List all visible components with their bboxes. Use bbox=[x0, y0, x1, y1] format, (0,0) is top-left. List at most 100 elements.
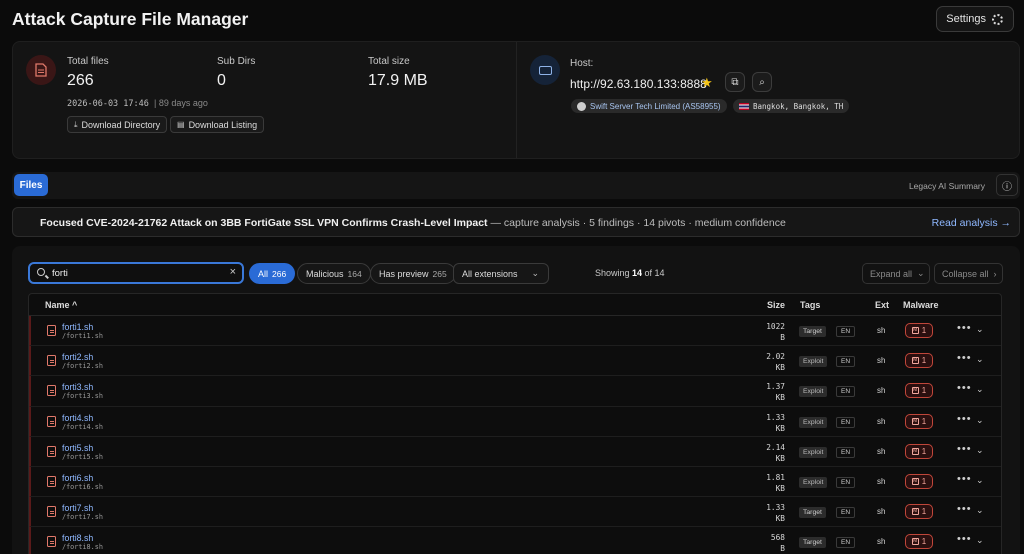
collapse-all-button[interactable]: Collapse all › bbox=[934, 263, 1003, 284]
tag-chip[interactable]: Exploit bbox=[799, 477, 828, 488]
download-listing-button[interactable]: ▤ Download Listing bbox=[170, 116, 265, 133]
file-name[interactable]: forti8.sh bbox=[62, 533, 93, 543]
expand-row-chevron-icon[interactable]: ⌄ bbox=[976, 475, 984, 486]
total-size-label: Total size bbox=[368, 56, 410, 67]
expand-row-chevron-icon[interactable]: ⌄ bbox=[976, 415, 984, 426]
file-icon bbox=[47, 415, 56, 427]
sub-dirs-stat: Sub Dirs 0 bbox=[217, 56, 255, 90]
capture-timestamp: 2026-06-03 17:46 | 89 days ago bbox=[67, 98, 208, 109]
tab-bar: Files Legacy AI Summary ⓘ bbox=[12, 172, 1020, 199]
size-unit: B bbox=[780, 544, 785, 554]
read-analysis-link[interactable]: Read analysis → bbox=[932, 217, 1011, 229]
expand-all-button[interactable]: Expand all ⌄ bbox=[862, 263, 930, 284]
file-path: /forti8.sh bbox=[62, 543, 103, 552]
search-host-button[interactable]: ⌕ bbox=[752, 72, 772, 92]
extension-select-value: All extensions bbox=[462, 268, 518, 279]
file-name[interactable]: forti4.sh bbox=[62, 413, 93, 423]
star-icon[interactable]: ★ bbox=[701, 75, 713, 91]
language-chip: EN bbox=[836, 386, 856, 398]
file-icon bbox=[47, 476, 56, 487]
filter-preview-button[interactable]: Has preview 265 bbox=[370, 263, 456, 284]
asn-badge[interactable]: Swift Server Tech Limited (AS58955) bbox=[571, 99, 727, 113]
clear-search-icon[interactable]: × bbox=[230, 266, 236, 278]
file-name[interactable]: forti2.sh bbox=[62, 352, 93, 362]
sub-dirs-label: Sub Dirs bbox=[217, 56, 256, 67]
expand-row-chevron-icon[interactable]: ⌄ bbox=[976, 324, 984, 335]
file-name[interactable]: forti7.sh bbox=[62, 503, 93, 513]
size-unit: KB bbox=[775, 363, 785, 373]
more-options-icon[interactable]: ••• bbox=[957, 322, 972, 334]
search-input[interactable] bbox=[52, 266, 212, 280]
expand-row-chevron-icon[interactable]: ⌄ bbox=[976, 445, 984, 456]
file-name[interactable]: forti5.sh bbox=[62, 443, 93, 453]
file-path: /forti5.sh bbox=[62, 452, 103, 461]
expand-row-chevron-icon[interactable]: ⌄ bbox=[976, 505, 984, 516]
language-chip: EN bbox=[836, 326, 856, 337]
more-options-icon[interactable]: ••• bbox=[957, 382, 972, 394]
expand-row-chevron-icon[interactable]: ⌄ bbox=[976, 384, 984, 395]
malware-badge[interactable]: M1 bbox=[905, 474, 933, 489]
file-name[interactable]: forti3.sh bbox=[62, 382, 93, 392]
total-files-label: Total files bbox=[67, 56, 109, 67]
malware-badge[interactable]: M1 bbox=[905, 353, 933, 369]
malware-badge[interactable]: M1 bbox=[905, 504, 933, 520]
table-row[interactable]: forti7.sh /forti7.sh 1.33 KB Target EN sh… bbox=[29, 497, 1001, 528]
more-options-icon[interactable]: ••• bbox=[957, 533, 972, 545]
malware-badge[interactable]: M1 bbox=[905, 534, 933, 550]
malware-icon: M bbox=[911, 538, 919, 546]
tag-chip[interactable]: Exploit bbox=[799, 446, 828, 458]
more-options-icon[interactable]: ••• bbox=[957, 503, 972, 515]
malware-badge[interactable]: M1 bbox=[905, 413, 933, 429]
ext-column-header[interactable]: Ext bbox=[875, 300, 889, 310]
page-title: Attack Capture File Manager bbox=[12, 9, 249, 29]
table-row[interactable]: forti1.sh /forti1.sh 1022 B Target EN sh … bbox=[29, 316, 1001, 347]
malware-count: 1 bbox=[921, 356, 927, 366]
table-row[interactable]: forti2.sh /forti2.sh 2.02 KB Exploit EN s… bbox=[29, 346, 1001, 377]
tab-legacy-ai-summary[interactable]: Legacy AI Summary bbox=[909, 181, 985, 191]
filter-malicious-button[interactable]: Malicious 164 bbox=[297, 263, 371, 284]
file-table: Name ^ Size Tags Ext Malware forti1.sh /… bbox=[28, 293, 1002, 554]
search-field[interactable]: × bbox=[28, 262, 244, 284]
more-options-icon[interactable]: ••• bbox=[957, 443, 972, 455]
tab-files[interactable]: Files bbox=[14, 174, 48, 196]
file-name[interactable]: forti6.sh bbox=[62, 473, 93, 483]
extension-select[interactable]: All extensions ⌄ bbox=[453, 263, 549, 284]
tag-chip[interactable]: Target bbox=[799, 507, 826, 519]
file-name[interactable]: forti1.sh bbox=[62, 322, 93, 332]
tag-chip[interactable]: Exploit bbox=[799, 386, 828, 398]
file-icon bbox=[47, 506, 56, 518]
settings-button[interactable]: Settings bbox=[936, 6, 1014, 32]
expand-row-chevron-icon[interactable]: ⌄ bbox=[976, 354, 984, 365]
malware-badge[interactable]: M1 bbox=[905, 323, 933, 338]
tag-chip[interactable]: Target bbox=[799, 326, 826, 337]
table-row[interactable]: forti6.sh /forti6.sh 1.81 KB Exploit EN s… bbox=[29, 467, 1001, 498]
malware-icon: M bbox=[911, 447, 919, 455]
more-options-icon[interactable]: ••• bbox=[957, 413, 972, 425]
more-options-icon[interactable]: ••• bbox=[957, 352, 972, 364]
info-button[interactable]: ⓘ bbox=[996, 174, 1018, 196]
tag-chip[interactable]: Exploit bbox=[799, 416, 828, 428]
table-row[interactable]: forti5.sh /forti5.sh 2.14 KB Exploit EN s… bbox=[29, 436, 1001, 467]
expand-row-chevron-icon[interactable]: ⌄ bbox=[976, 535, 984, 546]
file-path: /forti1.sh bbox=[62, 332, 103, 340]
size-unit: B bbox=[780, 333, 785, 342]
size-unit: KB bbox=[775, 453, 785, 463]
table-row[interactable]: forti3.sh /forti3.sh 1.37 KB Exploit EN s… bbox=[29, 376, 1001, 407]
more-options-icon[interactable]: ••• bbox=[957, 473, 972, 485]
filter-all-button[interactable]: All 266 bbox=[249, 263, 296, 284]
tag-chip[interactable]: Exploit bbox=[799, 356, 828, 368]
size-column-header[interactable]: Size bbox=[767, 300, 785, 310]
table-row[interactable]: forti8.sh /forti8.sh 568 B Target EN sh M… bbox=[29, 527, 1001, 554]
malware-badge[interactable]: M1 bbox=[905, 383, 933, 399]
copy-button[interactable]: ⧉ bbox=[725, 72, 745, 92]
tag-chip[interactable]: Target bbox=[799, 537, 826, 549]
file-path: /forti7.sh bbox=[62, 513, 103, 522]
malware-column-header[interactable]: Malware bbox=[903, 300, 939, 310]
file-size: 1.33 KB bbox=[745, 502, 785, 524]
malware-badge[interactable]: M1 bbox=[905, 443, 933, 459]
size-value: 1022 bbox=[766, 322, 785, 331]
download-directory-button[interactable]: ⤓ Download Directory bbox=[67, 116, 168, 133]
page-header: Attack Capture File Manager Settings bbox=[12, 6, 1014, 32]
name-column-header[interactable]: Name ^ bbox=[45, 300, 77, 310]
table-row[interactable]: forti4.sh /forti4.sh 1.33 KB Exploit EN s… bbox=[29, 406, 1001, 437]
